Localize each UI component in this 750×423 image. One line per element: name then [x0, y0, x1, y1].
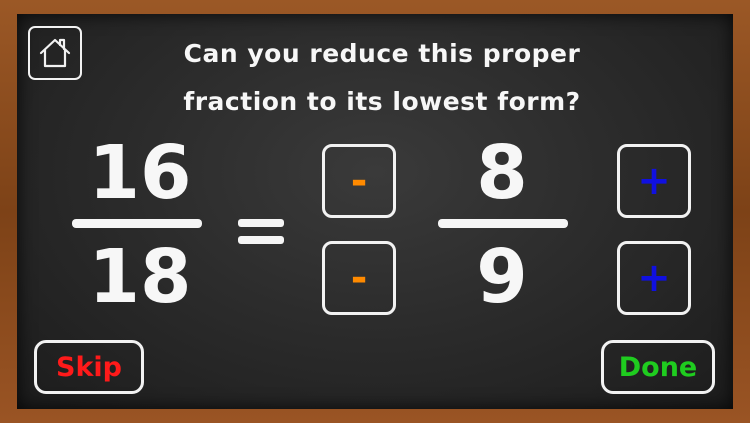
answer-numerator: 8 [476, 130, 528, 216]
question-line-2: fraction to its lowest form? [183, 87, 581, 116]
original-denominator: 18 [88, 234, 192, 320]
question-line-1: Can you reduce this proper [183, 39, 581, 68]
home-button[interactable] [28, 26, 82, 80]
original-numerator: 16 [88, 130, 192, 216]
numerator-plus-button[interactable]: + [617, 144, 691, 218]
denominator-minus-button[interactable]: - [322, 241, 396, 315]
numerator-minus-button[interactable]: - [322, 144, 396, 218]
original-fraction-bar [72, 219, 202, 228]
skip-button[interactable]: Skip [34, 340, 144, 394]
chalkboard: Can you reduce this proper fraction to i… [17, 14, 733, 409]
question-text: Can you reduce this proper fraction to i… [107, 30, 657, 126]
done-button[interactable]: Done [601, 340, 715, 394]
denominator-plus-button[interactable]: + [617, 241, 691, 315]
home-icon [39, 38, 71, 68]
answer-denominator: 9 [476, 234, 528, 320]
equals-sign [238, 219, 284, 253]
answer-fraction-bar [438, 219, 568, 228]
